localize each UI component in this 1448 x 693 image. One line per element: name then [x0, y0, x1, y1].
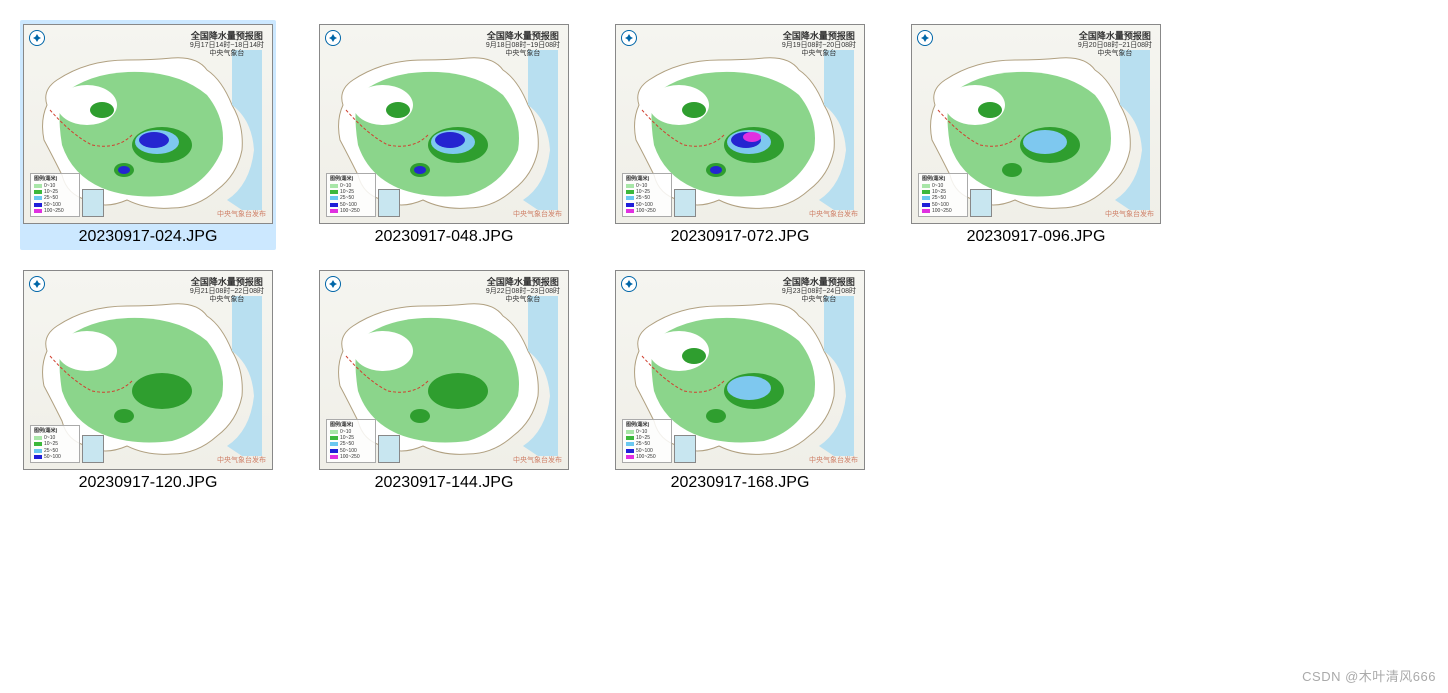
map-title: 全国降水量预报图: [486, 277, 560, 288]
map-subtitle: 9月23日08时~24日08时: [782, 288, 856, 296]
map-title: 全国降水量预报图: [782, 31, 856, 42]
weather-logo-icon: [29, 30, 45, 46]
map-source: 中央气象台: [190, 296, 264, 304]
map-legend: 图例(毫米)0~1010~2525~5050~100100~250: [622, 419, 672, 464]
map-title-block: 全国降水量预报图 9月22日08时~23日08时 中央气象台: [486, 277, 560, 305]
map-legend: 图例(毫米)0~1010~2525~5050~100100~250: [326, 419, 376, 464]
map-title-block: 全国降水量预报图 9月21日08时~22日08时 中央气象台: [190, 277, 264, 305]
thumbnail-filename: 20230917-024.JPG: [79, 228, 218, 246]
weather-logo-icon: [621, 276, 637, 292]
weather-logo-icon: [29, 276, 45, 292]
map-title-block: 全国降水量预报图 9月23日08时~24日08时 中央气象台: [782, 277, 856, 305]
map-credit: 中央气象台发布: [217, 209, 266, 219]
south-china-sea-inset: [674, 189, 696, 217]
map-title: 全国降水量预报图: [486, 31, 560, 42]
thumbnail-image: 全国降水量预报图 9月18日08时~19日08时 中央气象台图例(毫米)0~10…: [319, 24, 569, 224]
weather-logo-icon: [325, 30, 341, 46]
south-china-sea-inset: [82, 435, 104, 463]
map-credit: 中央气象台发布: [1105, 209, 1154, 219]
thumbnail-filename: 20230917-168.JPG: [671, 474, 810, 492]
map-source: 中央气象台: [486, 50, 560, 58]
map-title: 全国降水量预报图: [190, 277, 264, 288]
map-title-block: 全国降水量预报图 9月20日08时~21日08时 中央气象台: [1078, 31, 1152, 59]
thumbnail-image: 全国降水量预报图 9月23日08时~24日08时 中央气象台图例(毫米)0~10…: [615, 270, 865, 470]
thumbnail-item[interactable]: 全国降水量预报图 9月20日08时~21日08时 中央气象台图例(毫米)0~10…: [908, 20, 1164, 250]
map-subtitle: 9月18日08时~19日08时: [486, 42, 560, 50]
map-title: 全国降水量预报图: [190, 31, 264, 42]
thumbnail-filename: 20230917-048.JPG: [375, 228, 514, 246]
south-china-sea-inset: [378, 189, 400, 217]
thumbnail-image: 全国降水量预报图 9月21日08时~22日08时 中央气象台图例(毫米)0~10…: [23, 270, 273, 470]
thumbnail-image: 全国降水量预报图 9月22日08时~23日08时 中央气象台图例(毫米)0~10…: [319, 270, 569, 470]
map-title: 全国降水量预报图: [782, 277, 856, 288]
map-subtitle: 9月21日08时~22日08时: [190, 288, 264, 296]
map-title-block: 全国降水量预报图 9月17日14时~18日14时 中央气象台: [190, 31, 264, 59]
weather-logo-icon: [325, 276, 341, 292]
thumbnail-item[interactable]: 全国降水量预报图 9月21日08时~22日08时 中央气象台图例(毫米)0~10…: [20, 266, 276, 496]
map-source: 中央气象台: [782, 296, 856, 304]
south-china-sea-inset: [82, 189, 104, 217]
map-credit: 中央气象台发布: [809, 209, 858, 219]
map-credit: 中央气象台发布: [513, 455, 562, 465]
map-legend: 图例(毫米)0~1010~2525~5050~100100~250: [918, 173, 968, 218]
thumbnail-image: 全国降水量预报图 9月17日14时~18日14时 中央气象台图例(毫米)0~10…: [23, 24, 273, 224]
map-legend: 图例(毫米)0~1010~2525~5050~100100~250: [326, 173, 376, 218]
thumbnail-filename: 20230917-120.JPG: [79, 474, 218, 492]
thumbnail-filename: 20230917-096.JPG: [967, 228, 1106, 246]
thumbnail-item[interactable]: 全国降水量预报图 9月22日08时~23日08时 中央气象台图例(毫米)0~10…: [316, 266, 572, 496]
thumbnail-item[interactable]: 全国降水量预报图 9月17日14时~18日14时 中央气象台图例(毫米)0~10…: [20, 20, 276, 250]
thumbnail-item[interactable]: 全国降水量预报图 9月18日08时~19日08时 中央气象台图例(毫米)0~10…: [316, 20, 572, 250]
map-subtitle: 9月19日08时~20日08时: [782, 42, 856, 50]
map-legend: 图例(毫米)0~1010~2525~5050~100: [30, 425, 80, 463]
south-china-sea-inset: [674, 435, 696, 463]
map-legend: 图例(毫米)0~1010~2525~5050~100100~250: [622, 173, 672, 218]
map-credit: 中央气象台发布: [809, 455, 858, 465]
thumbnail-item[interactable]: 全国降水量预报图 9月23日08时~24日08时 中央气象台图例(毫米)0~10…: [612, 266, 868, 496]
thumbnail-grid: 全国降水量预报图 9月17日14时~18日14时 中央气象台图例(毫米)0~10…: [20, 20, 1428, 496]
map-source: 中央气象台: [486, 296, 560, 304]
weather-logo-icon: [917, 30, 933, 46]
map-title-block: 全国降水量预报图 9月19日08时~20日08时 中央气象台: [782, 31, 856, 59]
thumbnail-image: 全国降水量预报图 9月20日08时~21日08时 中央气象台图例(毫米)0~10…: [911, 24, 1161, 224]
thumbnail-item[interactable]: 全国降水量预报图 9月19日08时~20日08时 中央气象台图例(毫米)0~10…: [612, 20, 868, 250]
page-watermark: CSDN @木叶清风666: [1302, 666, 1436, 685]
south-china-sea-inset: [970, 189, 992, 217]
map-subtitle: 9月20日08时~21日08时: [1078, 42, 1152, 50]
map-subtitle: 9月22日08时~23日08时: [486, 288, 560, 296]
thumbnail-filename: 20230917-072.JPG: [671, 228, 810, 246]
weather-logo-icon: [621, 30, 637, 46]
map-subtitle: 9月17日14时~18日14时: [190, 42, 264, 50]
map-source: 中央气象台: [1078, 50, 1152, 58]
map-title: 全国降水量预报图: [1078, 31, 1152, 42]
map-credit: 中央气象台发布: [513, 209, 562, 219]
map-title-block: 全国降水量预报图 9月18日08时~19日08时 中央气象台: [486, 31, 560, 59]
map-source: 中央气象台: [782, 50, 856, 58]
thumbnail-filename: 20230917-144.JPG: [375, 474, 514, 492]
thumbnail-image: 全国降水量预报图 9月19日08时~20日08时 中央气象台图例(毫米)0~10…: [615, 24, 865, 224]
map-credit: 中央气象台发布: [217, 455, 266, 465]
map-source: 中央气象台: [190, 50, 264, 58]
map-legend: 图例(毫米)0~1010~2525~5050~100100~250: [30, 173, 80, 218]
south-china-sea-inset: [378, 435, 400, 463]
